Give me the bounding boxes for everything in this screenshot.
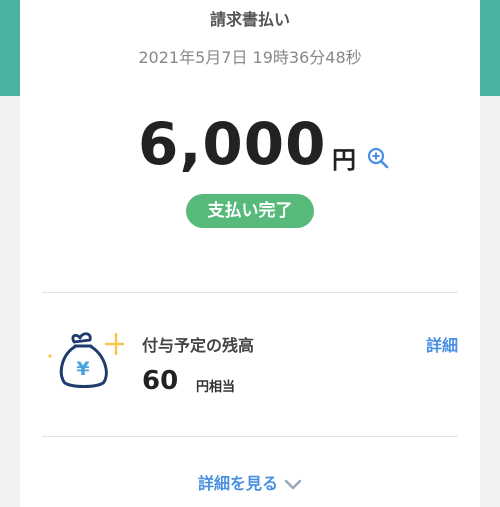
points-label: 付与予定の残高	[142, 336, 255, 355]
page-title: 請求書払い	[209, 10, 290, 29]
bag-yen-symbol: ¥	[76, 358, 89, 380]
chevron-down-icon	[284, 479, 302, 489]
divider-top	[42, 292, 458, 293]
view-details-button[interactable]: 詳細を見る	[20, 470, 480, 494]
money-bag-icon: ¥	[48, 332, 124, 388]
receipt-card: 請求書払い 2021年5月7日 19時36分48秒 6,000 円 支払い完了 …	[20, 0, 480, 507]
currency-unit: 円	[332, 146, 356, 174]
divider-bottom	[42, 436, 458, 437]
payment-amount: 6,000	[138, 110, 327, 178]
points-details-link[interactable]: 詳細	[426, 332, 458, 356]
status-badge: 支払い完了	[186, 194, 314, 228]
points-unit: 円相当	[196, 380, 236, 395]
view-details-label: 詳細を見る	[197, 474, 278, 493]
points-value: 60	[142, 366, 179, 396]
payment-datetime: 2021年5月7日 19時36分48秒	[138, 48, 362, 67]
zoom-in-icon[interactable]	[366, 146, 390, 170]
